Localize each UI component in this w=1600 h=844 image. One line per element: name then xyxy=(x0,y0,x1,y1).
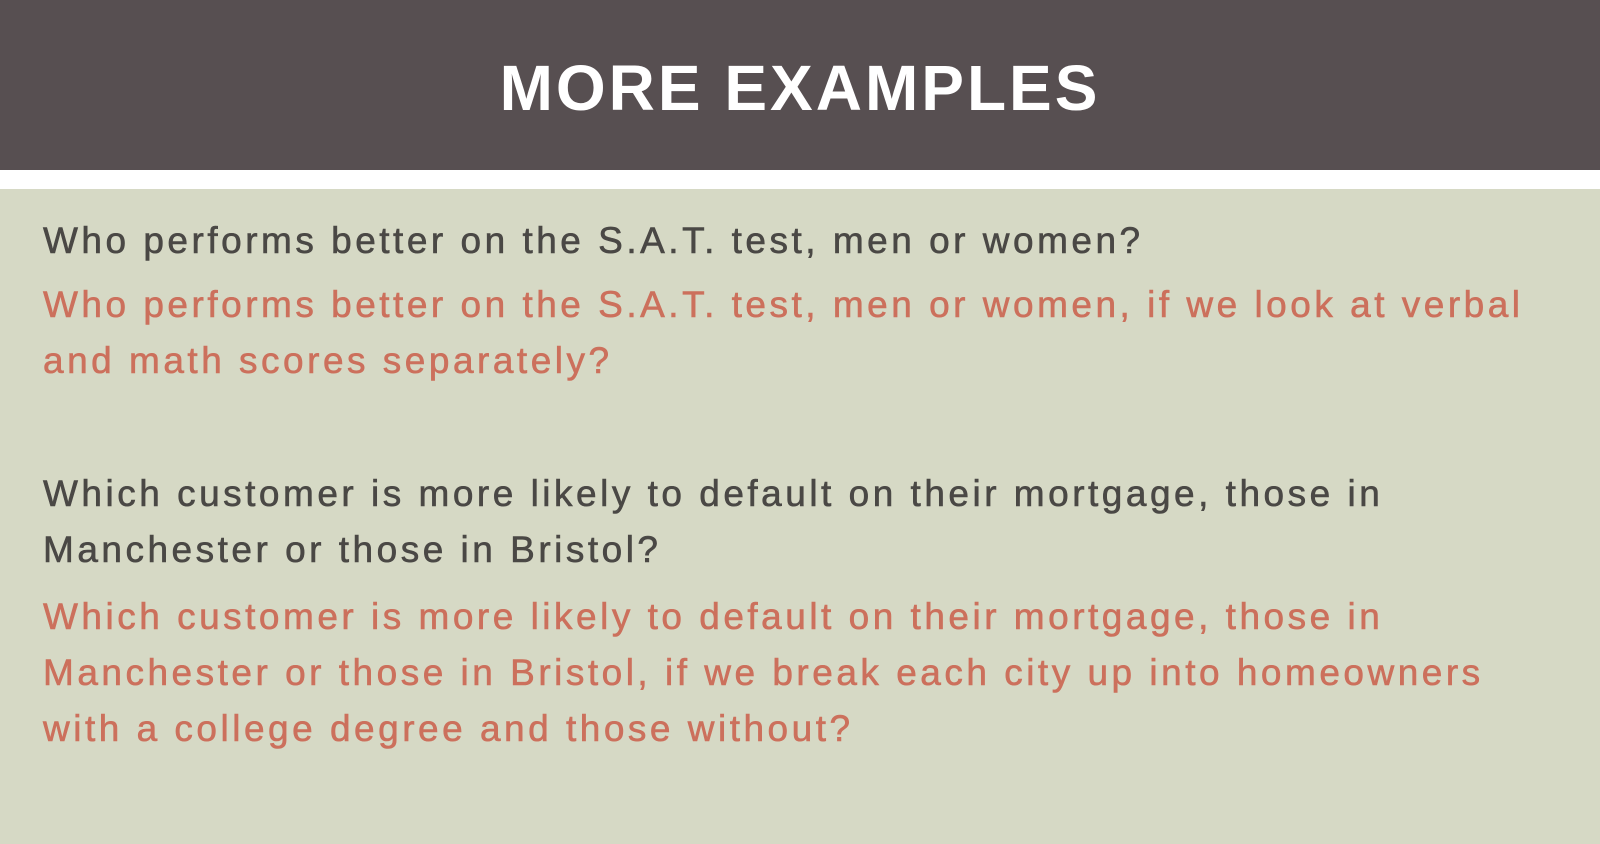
slide-header: MORE EXAMPLES xyxy=(0,0,1600,170)
header-divider xyxy=(0,170,1600,189)
slide-title: MORE EXAMPLES xyxy=(499,52,1101,124)
question-sat-stratified: Who performs better on the S.A.T. test, … xyxy=(43,284,1524,382)
question-sat: Who performs better on the S.A.T. test, … xyxy=(43,220,1144,262)
question-mortgage-stratified: Which customer is more likely to default… xyxy=(43,596,1484,750)
question-mortgage: Which customer is more likely to default… xyxy=(43,473,1384,571)
